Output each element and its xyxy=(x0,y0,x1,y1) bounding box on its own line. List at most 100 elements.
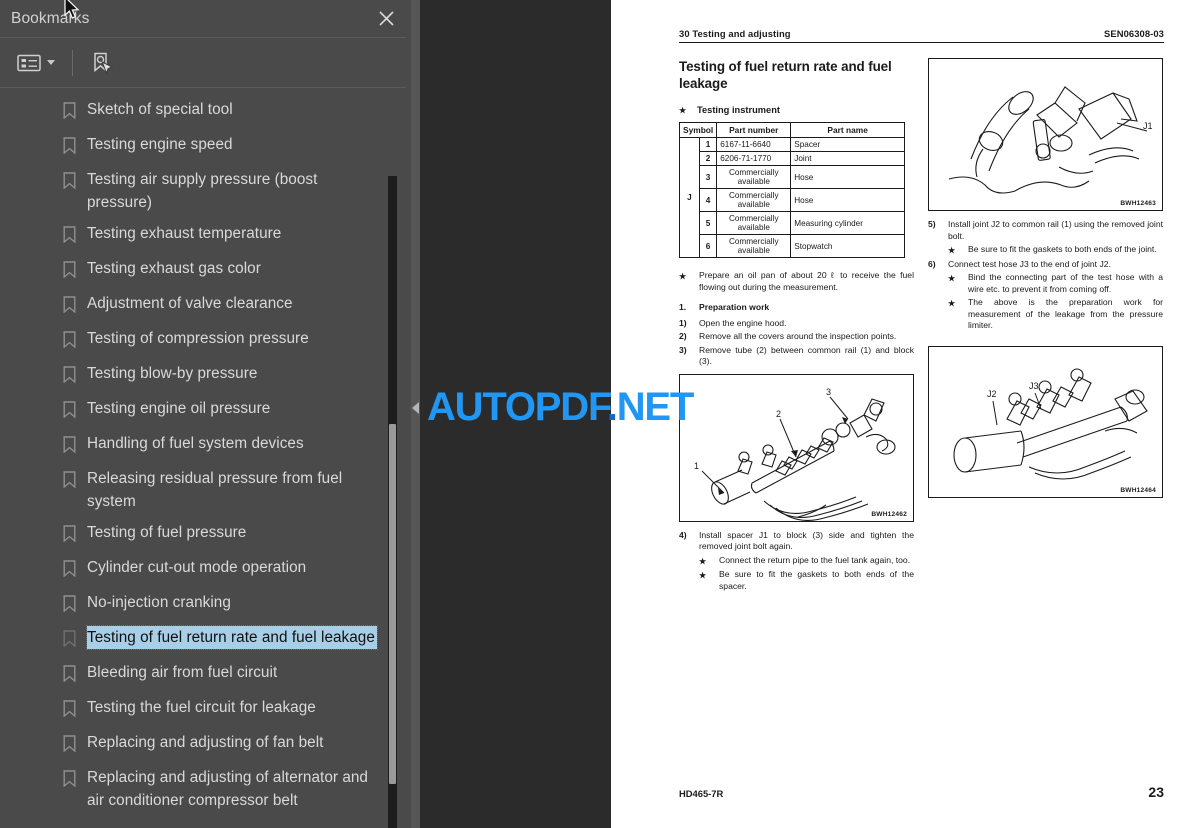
instrument-heading-row: ★ Testing instrument xyxy=(679,105,914,115)
bookmark-label: Testing engine oil pressure xyxy=(87,400,271,417)
bookmark-label: Testing blow-by pressure xyxy=(87,365,258,382)
bookmark-icon xyxy=(63,137,76,155)
bookmark-label: Testing air supply pressure (boost press… xyxy=(87,171,318,211)
bookmark-icon xyxy=(63,560,76,578)
table-cell-part-number: Commercially available xyxy=(716,165,792,189)
step-note: ★ Connect the return pipe to the fuel tan… xyxy=(679,555,914,568)
bookmark-item[interactable]: Sketch of special tool xyxy=(0,94,411,129)
sidebar-scrollbar-track[interactable] xyxy=(388,176,397,828)
sidebar-toolbar xyxy=(0,38,411,88)
bookmark-item[interactable]: No-injection cranking xyxy=(0,587,411,622)
table-cell-part-number: 6167-11-6640 xyxy=(716,137,792,152)
figure-common-rail: 1 2 3 BWH12462 xyxy=(679,373,914,522)
figure-joint-j1: J1 BWH12463 xyxy=(928,58,1163,211)
bookmark-icon xyxy=(63,665,76,683)
step-item: 6) Connect test hose J3 to the end of joi… xyxy=(928,259,1163,271)
step-item: 4) Install spacer J1 to block (3) side an… xyxy=(679,530,914,553)
bookmark-item[interactable]: Adjustment of valve clearance xyxy=(0,288,411,323)
table-cell-part-number: Commercially available xyxy=(716,188,792,212)
step-note-text: The above is the preparation work for me… xyxy=(968,297,1163,330)
bookmark-icon xyxy=(63,700,76,718)
chevron-down-icon[interactable] xyxy=(47,60,55,65)
instrument-heading: Testing instrument xyxy=(697,105,780,115)
bookmark-item[interactable]: Testing of compression pressure xyxy=(0,323,411,358)
step-note: ★ The above is the preparation work for m… xyxy=(928,297,1163,332)
bookmark-label: Testing of compression pressure xyxy=(87,330,309,347)
figure-callout-3: 3 xyxy=(826,387,831,397)
table-cell-no: 1 xyxy=(698,137,718,152)
bookmark-item[interactable]: Testing of fuel return rate and fuel lea… xyxy=(0,622,411,657)
star-bullet-icon: ★ xyxy=(948,274,956,283)
bookmark-item[interactable]: Releasing residual pressure from fuel sy… xyxy=(0,463,411,517)
header-rule xyxy=(679,42,1164,43)
step-text: Connect test hose J3 to the end of joint… xyxy=(948,258,1111,269)
th-part-name: Part name xyxy=(790,122,905,138)
bookmarks-list: Sketch of special tool Testing engine spe… xyxy=(0,88,411,828)
star-bullet-icon: ★ xyxy=(679,272,687,281)
figure-id: BWH12464 xyxy=(1120,486,1156,494)
table-cell-no: 5 xyxy=(698,211,718,235)
step-number: 6) xyxy=(928,258,936,269)
bookmark-icon xyxy=(63,595,76,613)
page-footer: HD465-7R 23 xyxy=(679,784,1164,800)
step-text: Install joint J2 to common rail (1) usin… xyxy=(948,219,1163,241)
table-row: 6 Commercially available Stopwatch xyxy=(680,234,905,258)
step-item: 3) Remove tube (2) between common rail (1… xyxy=(679,345,914,368)
table-header-row: Symbol Part number Part name xyxy=(678,122,905,138)
collapse-sidebar-arrow-icon[interactable] xyxy=(412,402,419,414)
bookmark-item[interactable]: Replacing and adjusting of alternator an… xyxy=(0,762,411,816)
list-options-icon[interactable] xyxy=(11,49,61,77)
bookmark-icon xyxy=(63,296,76,314)
bookmark-icon xyxy=(63,102,76,120)
figure-callout-j3: J3 xyxy=(1029,381,1039,391)
section-1-number: 1. xyxy=(679,302,687,312)
bookmarks-scroll-area[interactable]: Sketch of special tool Testing engine spe… xyxy=(0,88,411,828)
bookmark-label: Replacing and adjusting of alternator an… xyxy=(87,769,368,809)
step-note-text: Connect the return pipe to the fuel tank… xyxy=(719,554,911,565)
step-note: ★ Bind the connecting part of the test ho… xyxy=(928,272,1163,295)
bookmark-icon xyxy=(63,261,76,279)
table-cell-no: 4 xyxy=(698,188,718,212)
bookmark-item[interactable]: Bleeding air from fuel circuit xyxy=(0,657,411,692)
star-bullet-icon: ★ xyxy=(948,299,956,308)
bookmark-select-icon[interactable] xyxy=(84,47,120,79)
figure-callout-2: 2 xyxy=(776,409,781,419)
step-text: Open the engine hood. xyxy=(699,317,787,328)
bookmark-item[interactable]: Testing exhaust temperature xyxy=(0,218,411,253)
bookmark-item[interactable]: Testing engine oil pressure xyxy=(0,393,411,428)
th-part-number: Part number xyxy=(716,122,792,138)
bookmark-item[interactable]: Testing the fuel circuit for leakage xyxy=(0,692,411,727)
bookmark-item[interactable]: Testing air supply pressure (boost press… xyxy=(0,164,411,218)
th-symbol: Symbol xyxy=(678,122,718,138)
toolbar-separator xyxy=(72,49,73,76)
bookmark-item[interactable]: Testing of fuel pressure xyxy=(0,517,411,552)
step-number: 1) xyxy=(679,317,687,328)
star-bullet-icon: ★ xyxy=(699,571,707,580)
sidebar-scrollbar-thumb[interactable] xyxy=(389,424,396,784)
bookmark-item[interactable]: Handling of fuel system devices xyxy=(0,428,411,463)
step-4-block: 4) Install spacer J1 to block (3) side an… xyxy=(679,530,914,593)
bookmark-icon xyxy=(63,630,76,648)
step-note: ★ Be sure to fit the gaskets to both ends… xyxy=(679,569,914,592)
bookmark-item[interactable]: Testing exhaust gas color xyxy=(0,253,411,288)
figure-callout-j1: J1 xyxy=(1143,121,1153,131)
bookmark-item[interactable]: Testing blow-by pressure xyxy=(0,358,411,393)
bookmark-item[interactable]: Testing engine speed xyxy=(0,129,411,164)
table-cell-symbol: J xyxy=(679,137,700,258)
pdf-viewer: 30 Testing and adjusting SEN06308-03 Tes… xyxy=(411,0,1200,828)
bookmark-item[interactable]: Replacing and adjusting of fan belt xyxy=(0,727,411,762)
bookmark-label: No-injection cranking xyxy=(87,594,231,611)
figure-callout-j2: J2 xyxy=(987,389,997,399)
close-icon[interactable] xyxy=(373,6,399,32)
footer-page-number: 23 xyxy=(1148,784,1164,800)
table-cell-part-number: Commercially available xyxy=(716,211,792,235)
bookmark-item[interactable]: Cylinder cut-out mode operation xyxy=(0,552,411,587)
table-cell-part-name: Hose xyxy=(790,165,905,189)
step-text: Install spacer J1 to block (3) side and … xyxy=(699,529,914,552)
bookmark-label: Replacing and adjusting of fan belt xyxy=(87,734,324,751)
sidebar-divider[interactable] xyxy=(411,0,420,828)
bookmark-label: Cylinder cut-out mode operation xyxy=(87,559,307,576)
left-column: Testing of fuel return rate and fuel lea… xyxy=(678,58,914,594)
header-section: 30 Testing and adjusting xyxy=(679,28,791,39)
steps-left-list: 1) Open the engine hood. 2) Remove all the … xyxy=(679,318,914,368)
